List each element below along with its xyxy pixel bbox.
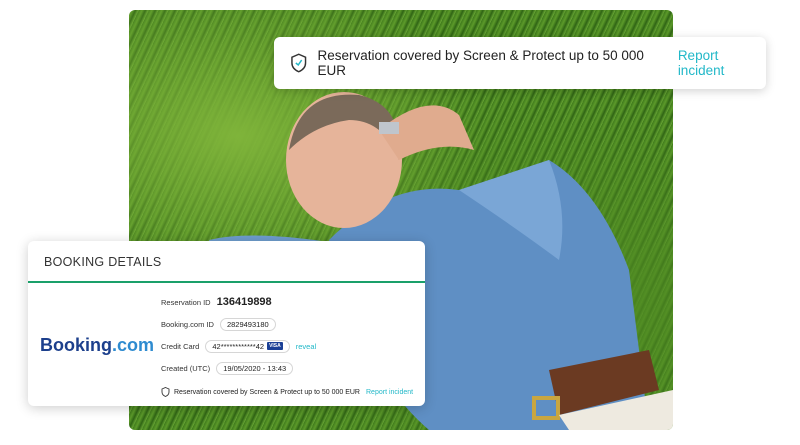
reservation-value: 136419898: [216, 296, 272, 308]
footer-coverage-text: Reservation covered by Screen & Protect …: [174, 388, 360, 396]
shield-icon: [161, 387, 170, 397]
booking-id-row: Booking.com ID 2829493180: [161, 313, 413, 335]
created-row: Created (UTC) 19/05/2020 - 13:43: [161, 357, 413, 379]
booking-id-pill: 2829493180: [219, 317, 276, 331]
booking-details-card: BOOKING DETAILS Booking.com Reservation …: [28, 241, 425, 406]
credit-card-pill: 42************42 VISA: [205, 339, 290, 353]
shield-icon: [291, 53, 307, 73]
card-title: BOOKING DETAILS: [28, 241, 425, 283]
created-label: Created (UTC): [161, 363, 211, 373]
credit-card-row: Credit Card 42************42 VISA reveal: [161, 335, 413, 357]
reservation-row: Reservation ID 136419898: [161, 291, 413, 313]
booking-id-label: Booking.com ID: [161, 319, 214, 329]
coverage-notification: Reservation covered by Screen & Protect …: [274, 37, 766, 89]
credit-card-label: Credit Card: [161, 341, 200, 351]
credit-card-value: 42************42: [212, 341, 265, 351]
created-value: 19/05/2020 - 13:43: [223, 363, 287, 373]
booking-logo: Booking.com: [40, 335, 154, 356]
booking-details: Reservation ID 136419898 Booking.com ID …: [161, 291, 413, 397]
logo-suffix: .com: [112, 335, 155, 355]
coverage-footer: Reservation covered by Screen & Protect …: [161, 387, 413, 397]
report-incident-link[interactable]: Report incident: [678, 48, 766, 78]
visa-icon: VISA: [267, 342, 283, 350]
coverage-text: Reservation covered by Screen & Protect …: [317, 48, 644, 78]
created-pill: 19/05/2020 - 13:43: [216, 361, 294, 375]
reveal-link[interactable]: reveal: [296, 342, 316, 351]
reservation-label: Reservation ID: [161, 297, 211, 307]
footer-report-incident-link[interactable]: Report incident: [366, 389, 413, 396]
logo-main: Booking: [40, 335, 112, 355]
booking-id-value: 2829493180: [226, 319, 269, 329]
